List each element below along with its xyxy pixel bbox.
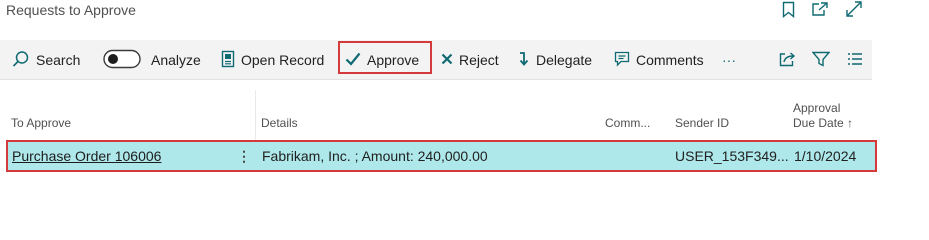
- open-record-label: Open Record: [241, 52, 325, 68]
- list-view-button[interactable]: [847, 40, 863, 80]
- open-record-button[interactable]: Open Record: [221, 40, 324, 80]
- column-header-to-approve[interactable]: To Approve: [11, 90, 71, 140]
- approve-highlight: [338, 41, 432, 74]
- table-header: To Approve Details Comm... Sender ID App…: [0, 90, 929, 140]
- analyze-toggle[interactable]: Analyze: [103, 40, 201, 80]
- column-header-sender-id[interactable]: Sender ID: [675, 90, 729, 140]
- delegate-label: Delegate: [536, 52, 593, 68]
- arrow-down-return-icon: [518, 51, 530, 70]
- close-icon: [441, 52, 453, 68]
- reject-button[interactable]: Reject: [441, 40, 499, 80]
- row-highlight: [6, 140, 877, 172]
- action-bar: Search Analyze Open Record Approve Rejec…: [0, 40, 872, 80]
- comments-label: Comments: [636, 52, 704, 68]
- share-icon: [779, 51, 797, 70]
- column-header-details[interactable]: Details: [261, 90, 298, 140]
- column-header-comments[interactable]: Comm...: [605, 90, 650, 140]
- comment-icon: [614, 51, 630, 70]
- filter-icon: [811, 51, 831, 70]
- page-title: Requests to Approve: [6, 2, 136, 18]
- share-button[interactable]: [779, 40, 797, 80]
- search-button[interactable]: Search: [12, 40, 80, 80]
- delegate-button[interactable]: Delegate: [518, 40, 592, 80]
- reject-label: Reject: [459, 52, 499, 68]
- filter-button[interactable]: [811, 40, 831, 80]
- open-in-new-window-icon[interactable]: [811, 1, 829, 20]
- analyze-label: Analyze: [151, 52, 201, 68]
- bookmark-icon[interactable]: [782, 1, 795, 21]
- more-icon: ···: [722, 52, 736, 68]
- column-divider[interactable]: [255, 90, 256, 140]
- search-label: Search: [36, 52, 81, 68]
- more-actions-button[interactable]: ···: [722, 40, 736, 80]
- list-icon: [847, 52, 863, 69]
- column-header-approval-line: Approval: [793, 101, 841, 115]
- column-header-approval-due-date[interactable]: Approval Due Date ↑: [793, 90, 853, 140]
- column-header-due-date-line: Due Date ↑: [793, 116, 854, 130]
- toggle-switch-icon[interactable]: [103, 49, 141, 72]
- comments-button[interactable]: Comments: [614, 40, 704, 80]
- document-icon: [221, 50, 235, 71]
- search-icon: [12, 50, 30, 71]
- expand-icon[interactable]: [845, 0, 863, 21]
